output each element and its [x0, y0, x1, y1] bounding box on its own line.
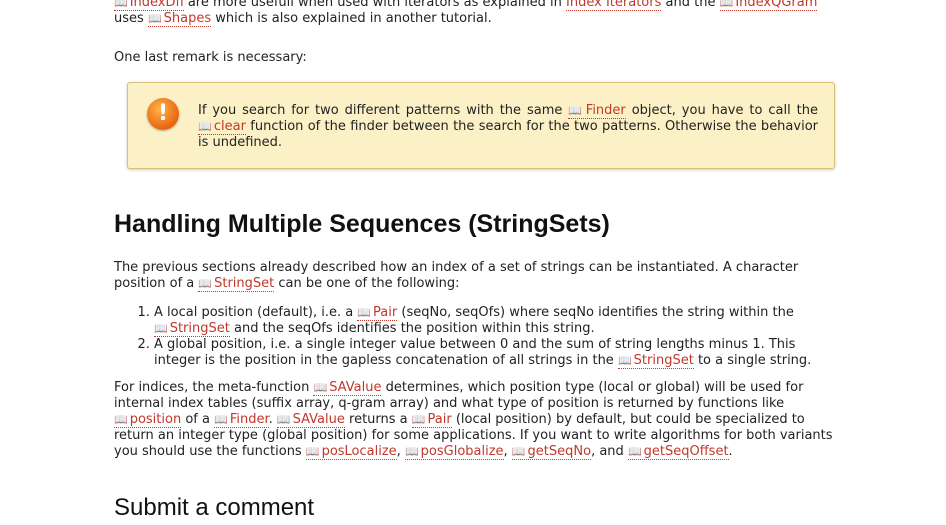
ref-shapes-link[interactable]: 📖 Shapes: [147, 11, 212, 27]
warning-text: If you search for two different patterns…: [198, 103, 818, 150]
book-icon: 📖: [313, 381, 328, 394]
ref-position-link[interactable]: 📖 position: [114, 412, 182, 428]
book-icon: 📖: [214, 413, 228, 426]
ref-stringset-link[interactable]: 📖 StringSet: [198, 276, 275, 292]
list-item: A local position (default), i.e. a 📖Pair…: [154, 305, 846, 337]
book-icon: 📖: [411, 413, 426, 426]
ref-indexqgram-link[interactable]: 📖 IndexQGram: [719, 0, 818, 11]
ref-pair-link[interactable]: 📖 Pair: [357, 305, 398, 321]
submit-comment-heading: Submit a comment: [114, 494, 315, 521]
ref-getseqoffset-link[interactable]: 📖 getSeqOffset: [627, 444, 729, 460]
book-icon: 📖: [719, 0, 734, 9]
book-icon: 📖: [114, 0, 128, 9]
section-heading: Handling Multiple Sequences (StringSets): [114, 210, 610, 238]
book-icon: 📖: [511, 445, 526, 458]
ref-stringset-link[interactable]: 📖 StringSet: [617, 353, 694, 369]
position-types-list: A local position (default), i.e. a 📖Pair…: [114, 305, 846, 369]
remark-text: One last remark is necessary:: [114, 50, 307, 65]
stringset-paragraph: The previous sections already described …: [114, 260, 799, 292]
warning-box: ! If you search for two different patter…: [127, 82, 835, 169]
main-content: 📖 IndexDfi are more usefull when used wit…: [114, 0, 846, 525]
ref-finder-link[interactable]: 📖 Finder: [568, 103, 626, 119]
ref-finder-link[interactable]: 📖 Finder: [214, 412, 269, 428]
ref-getseqno-link[interactable]: 📖 getSeqNo: [511, 444, 592, 460]
savalue-paragraph: For indices, the meta-function 📖 SAValue …: [114, 380, 833, 460]
ref-clear-link[interactable]: 📖 clear: [198, 119, 246, 135]
book-icon: 📖: [617, 354, 632, 367]
book-icon: 📖: [198, 277, 213, 290]
book-icon: 📖: [198, 120, 212, 133]
book-icon: 📖: [568, 104, 584, 117]
index-iterators-link[interactable]: Index Iterators: [566, 0, 662, 11]
book-icon: 📖: [305, 445, 320, 458]
book-icon: 📖: [404, 445, 419, 458]
book-icon: 📖: [147, 12, 162, 25]
book-icon: 📖: [154, 322, 168, 335]
warning-icon: !: [147, 98, 179, 130]
ref-indexdfi-link[interactable]: 📖 IndexDfi: [114, 0, 184, 11]
ref-stringset-link[interactable]: 📖 StringSet: [154, 321, 230, 337]
ref-pair-link[interactable]: 📖 Pair: [411, 412, 452, 428]
ref-savalue-link[interactable]: 📖 SAValue: [276, 412, 345, 428]
book-icon: 📖: [357, 306, 372, 319]
intro-paragraph: 📖 IndexDfi are more usefull when used wit…: [114, 0, 846, 27]
list-item: A global position, i.e. a single integer…: [154, 337, 846, 369]
ref-posglobalize-link[interactable]: 📖 posGlobalize: [404, 444, 504, 460]
ref-poslocalize-link[interactable]: 📖 posLocalize: [305, 444, 397, 460]
book-icon: 📖: [114, 413, 128, 426]
ref-savalue-link[interactable]: 📖 SAValue: [313, 380, 382, 396]
book-icon: 📖: [276, 413, 291, 426]
book-icon: 📖: [627, 445, 642, 458]
